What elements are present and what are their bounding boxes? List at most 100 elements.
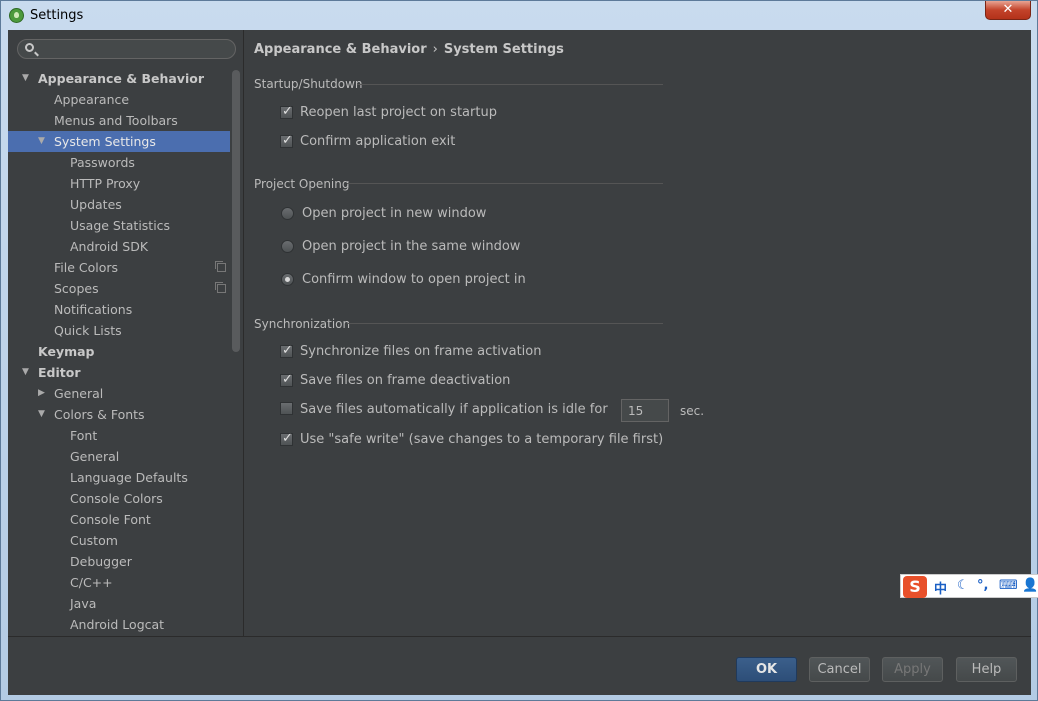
tree-item[interactable]: Notifications bbox=[8, 299, 230, 320]
tree-item[interactable]: Console Font bbox=[8, 509, 230, 530]
open-same-window-radio[interactable] bbox=[281, 240, 294, 253]
reopen-last-project-label[interactable]: Reopen last project on startup bbox=[300, 104, 497, 122]
tree-item[interactable]: Android SDK bbox=[8, 236, 230, 257]
tree-item-label[interactable]: Java bbox=[70, 593, 96, 614]
tree-item[interactable]: File Colors bbox=[8, 257, 230, 278]
chinese-mode-icon[interactable]: 中 bbox=[934, 578, 947, 597]
settings-tree: ▼ Appearance & Behavior Appearance Menus an… bbox=[8, 68, 230, 635]
tree-item[interactable]: Scopes bbox=[8, 278, 230, 299]
tree-item[interactable]: Appearance bbox=[8, 89, 230, 110]
keyboard-icon[interactable]: ⌨ bbox=[999, 578, 1018, 593]
tree-item-label[interactable]: Quick Lists bbox=[54, 320, 122, 341]
tree-item-label[interactable]: HTTP Proxy bbox=[70, 173, 140, 194]
tree-item[interactable]: Quick Lists bbox=[8, 320, 230, 341]
moon-icon[interactable]: ☾ bbox=[957, 578, 969, 593]
collapse-arrow-icon[interactable]: ▼ bbox=[38, 404, 48, 425]
tree-item-label[interactable]: File Colors bbox=[54, 257, 118, 278]
save-idle-checkbox[interactable] bbox=[280, 402, 293, 415]
sogou-logo-icon[interactable]: S bbox=[903, 576, 927, 598]
confirm-window-radio[interactable] bbox=[281, 273, 294, 286]
tree-item-label[interactable]: Android Logcat bbox=[70, 614, 164, 635]
tree-item[interactable]: Custom bbox=[8, 530, 230, 551]
help-button[interactable]: Help bbox=[956, 657, 1017, 682]
cancel-button[interactable]: Cancel bbox=[809, 657, 870, 682]
tree-item[interactable]: General bbox=[8, 446, 230, 467]
search-input[interactable] bbox=[42, 41, 231, 59]
tree-item-label[interactable]: Font bbox=[70, 425, 97, 446]
tree-item-label[interactable]: Passwords bbox=[70, 152, 135, 173]
tree-item-label[interactable]: Language Defaults bbox=[70, 467, 188, 488]
tree-item-label[interactable]: Scopes bbox=[54, 278, 99, 299]
ime-toolbar[interactable]: S 中 ☾ °, ⌨ 👤 bbox=[900, 574, 1038, 598]
tree-item-label[interactable]: Editor bbox=[38, 362, 81, 383]
close-button[interactable]: ✕ bbox=[985, 1, 1031, 20]
tree-item-label[interactable]: Keymap bbox=[38, 341, 95, 362]
punctuation-icon[interactable]: °, bbox=[977, 578, 988, 593]
tree-item[interactable]: Java bbox=[8, 593, 230, 614]
tree-item-label[interactable]: Appearance bbox=[54, 89, 129, 110]
tree-item-label[interactable]: Debugger bbox=[70, 551, 132, 572]
tree-item-label[interactable]: Custom bbox=[70, 530, 118, 551]
tree-item[interactable]: Font bbox=[8, 425, 230, 446]
confirm-exit-checkbox[interactable] bbox=[280, 132, 293, 150]
breadcrumb-parent[interactable]: Appearance & Behavior bbox=[254, 42, 427, 57]
collapse-arrow-icon[interactable]: ▼ bbox=[22, 68, 32, 89]
save-frame-deactivation-checkbox[interactable] bbox=[280, 371, 293, 389]
open-same-window-label[interactable]: Open project in the same window bbox=[302, 238, 520, 256]
tree-item-label[interactable]: System Settings bbox=[54, 131, 156, 152]
tree-item[interactable]: ▼ Appearance & Behavior bbox=[8, 68, 230, 89]
tree-item-label[interactable]: Console Colors bbox=[70, 488, 163, 509]
tree-item[interactable]: ▶ General bbox=[8, 383, 230, 404]
tree-item-label[interactable]: Updates bbox=[70, 194, 122, 215]
sync-frame-activation-checkbox[interactable] bbox=[280, 342, 293, 360]
open-new-window-label[interactable]: Open project in new window bbox=[302, 205, 486, 223]
tree-item[interactable]: ▼ Colors & Fonts bbox=[8, 404, 230, 425]
settings-content: Appearance & Behavior › System Settings St… bbox=[244, 30, 1031, 636]
breadcrumb-current: System Settings bbox=[443, 42, 564, 57]
tree-item-label[interactable]: Console Font bbox=[70, 509, 151, 530]
tree-item-label[interactable]: Usage Statistics bbox=[70, 215, 170, 236]
tree-item[interactable]: Language Defaults bbox=[8, 467, 230, 488]
ok-button[interactable]: OK bbox=[736, 657, 797, 682]
safe-write-checkbox[interactable] bbox=[280, 430, 293, 448]
tree-item-label[interactable]: General bbox=[70, 446, 119, 467]
tree-item[interactable]: Debugger bbox=[8, 551, 230, 572]
tree-item[interactable]: Passwords bbox=[8, 152, 230, 173]
tree-item[interactable]: ▼ Editor bbox=[8, 362, 230, 383]
sidebar-scrollbar[interactable] bbox=[232, 70, 240, 352]
safe-write-label[interactable]: Use "safe write" (save changes to a temp… bbox=[300, 431, 663, 449]
expand-arrow-icon[interactable]: ▶ bbox=[38, 383, 48, 404]
tree-item-label[interactable]: Android SDK bbox=[70, 236, 148, 257]
tree-item[interactable]: Android Logcat bbox=[8, 614, 230, 635]
search-box[interactable] bbox=[17, 39, 236, 59]
open-new-window-radio[interactable] bbox=[281, 207, 294, 220]
collapse-arrow-icon[interactable]: ▼ bbox=[38, 131, 48, 152]
tree-item[interactable]: Keymap bbox=[8, 341, 230, 362]
sync-frame-activation-label[interactable]: Synchronize files on frame activation bbox=[300, 343, 541, 361]
idle-seconds-input[interactable] bbox=[621, 399, 669, 422]
tree-item-label[interactable]: Menus and Toolbars bbox=[54, 110, 178, 131]
tree-item-label[interactable]: C/C++ bbox=[70, 572, 113, 593]
collapse-arrow-icon[interactable]: ▼ bbox=[22, 362, 32, 383]
settings-window: Settings ✕ ▼ Appearance & Behavior Appeara… bbox=[0, 0, 1038, 701]
tree-item-label[interactable]: Notifications bbox=[54, 299, 132, 320]
save-frame-deactivation-label[interactable]: Save files on frame deactivation bbox=[300, 372, 510, 390]
tree-item[interactable]: HTTP Proxy bbox=[8, 173, 230, 194]
tree-item[interactable]: Usage Statistics bbox=[8, 215, 230, 236]
apply-button[interactable]: Apply bbox=[882, 657, 943, 682]
project-copy-icon bbox=[215, 282, 226, 293]
confirm-window-label[interactable]: Confirm window to open project in bbox=[302, 271, 526, 289]
user-icon[interactable]: 👤 bbox=[1022, 578, 1038, 593]
tree-item[interactable]: Console Colors bbox=[8, 488, 230, 509]
tree-item[interactable]: ▼ System Settings bbox=[8, 131, 230, 152]
save-idle-label[interactable]: Save files automatically if application … bbox=[300, 401, 608, 419]
confirm-exit-label[interactable]: Confirm application exit bbox=[300, 133, 455, 151]
reopen-last-project-checkbox[interactable] bbox=[280, 103, 293, 121]
tree-item-label[interactable]: General bbox=[54, 383, 103, 404]
tree-item[interactable]: Updates bbox=[8, 194, 230, 215]
tree-item[interactable]: C/C++ bbox=[8, 572, 230, 593]
tree-item[interactable]: Menus and Toolbars bbox=[8, 110, 230, 131]
tree-item-label[interactable]: Appearance & Behavior bbox=[38, 68, 204, 89]
tree-item-label[interactable]: Colors & Fonts bbox=[54, 404, 145, 425]
group-divider bbox=[347, 323, 663, 324]
